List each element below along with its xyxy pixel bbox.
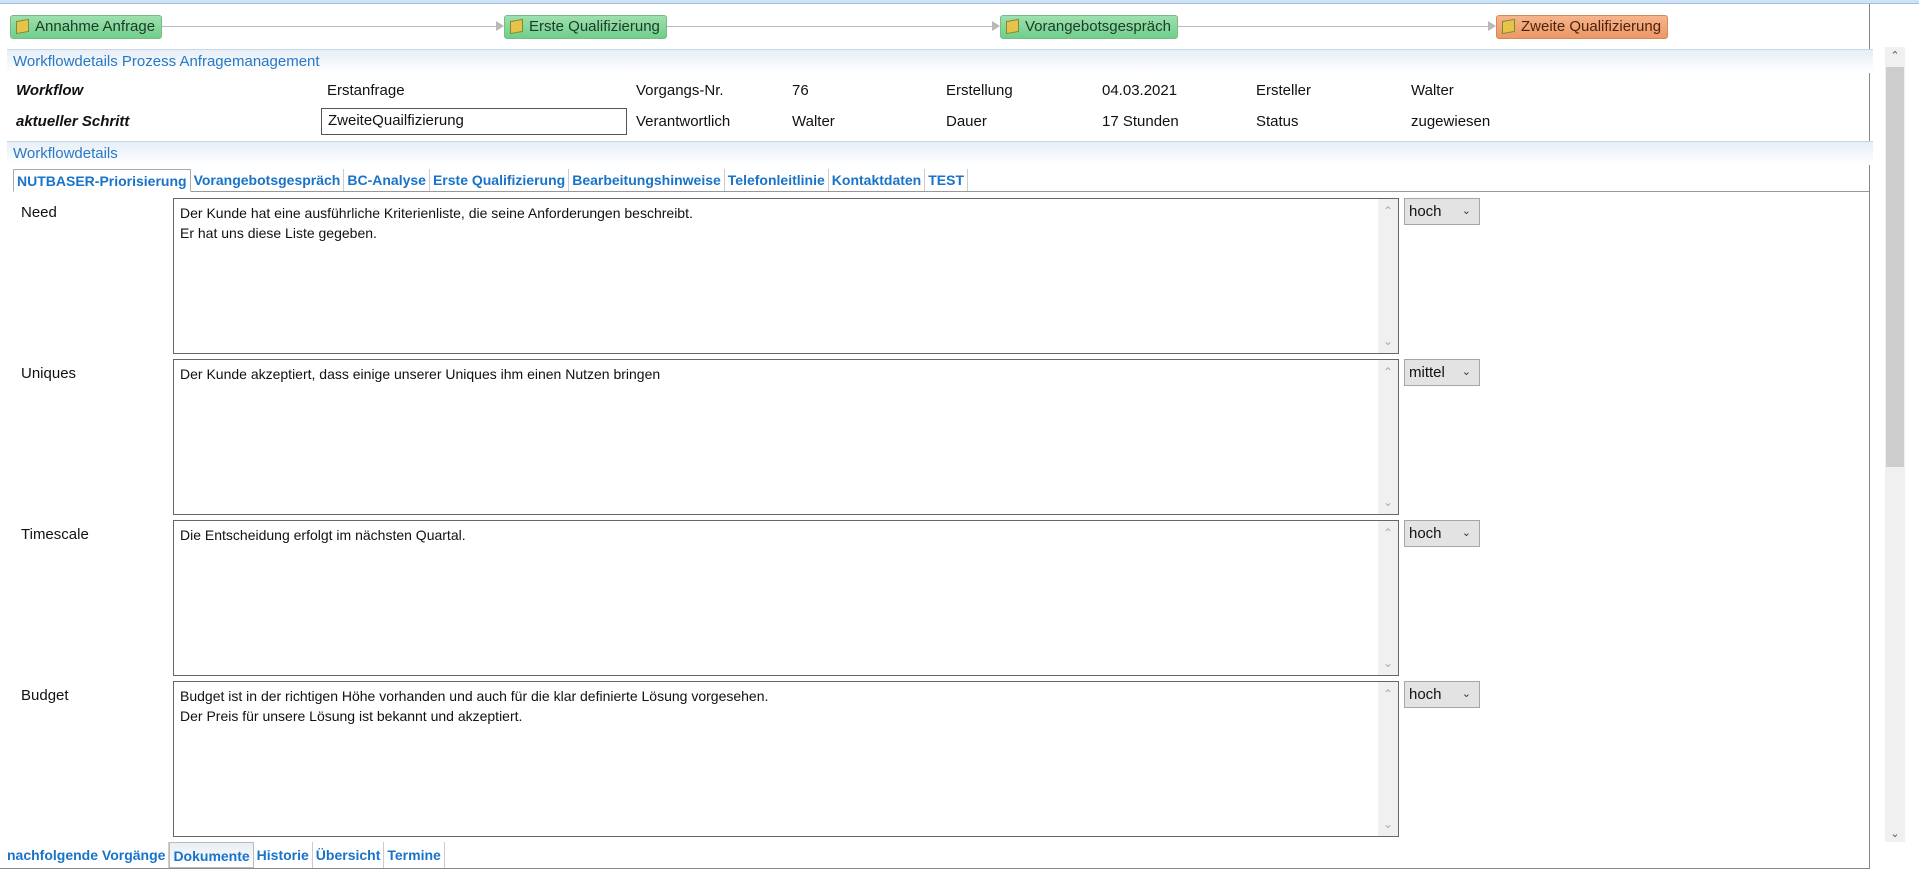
chevron-up-icon[interactable]: ⌃	[1885, 49, 1905, 62]
uniques-textarea[interactable]: Der Kunde akzeptiert, dass einige unsere…	[173, 359, 1399, 515]
scrollbar-thumb[interactable]	[1886, 67, 1904, 467]
budget-label: Budget	[21, 687, 69, 704]
budget-text: Budget ist in der richtigen Höhe vorhand…	[180, 688, 769, 724]
timescale-textarea[interactable]: Die Entscheidung erfolgt im nächsten Qua…	[173, 520, 1399, 676]
page-scrollbar[interactable]: ⌃ ⌄	[1885, 47, 1905, 842]
tab-termine[interactable]: Termine	[384, 842, 445, 868]
created-value: 04.03.2021	[1102, 82, 1178, 99]
workflow-label: Workflow	[16, 82, 84, 99]
bottom-tabbar: nachfolgende Vorgänge Dokumente Historie…	[4, 842, 445, 868]
budget-rating-select[interactable]: hoch ⌄	[1404, 681, 1480, 708]
case-no-value: 76	[792, 82, 809, 99]
section-header-details: Workflowdetails	[7, 141, 1873, 165]
chevron-up-icon[interactable]: ⌃	[1378, 201, 1398, 221]
textarea-scrollbar[interactable]: ⌃ ⌄	[1378, 199, 1398, 353]
step-annahme-anfrage[interactable]: Annahme Anfrage	[10, 15, 163, 39]
current-step-label: aktueller Schritt	[16, 113, 130, 130]
creator-label: Ersteller	[1256, 82, 1312, 99]
chevron-up-icon[interactable]: ⌃	[1378, 362, 1398, 382]
timescale-label: Timescale	[21, 526, 89, 543]
flow-connector	[1175, 26, 1489, 27]
uniques-text: Der Kunde akzeptiert, dass einige unsere…	[180, 366, 661, 382]
timescale-rating-select[interactable]: hoch ⌄	[1404, 520, 1480, 547]
tab-test[interactable]: TEST	[925, 169, 969, 191]
section-header-process: Workflowdetails Prozess Anfragemanagemen…	[7, 49, 1873, 73]
flow-arrow	[1488, 21, 1496, 31]
tab-telefonleitlinie[interactable]: Telefonleitlinie	[725, 169, 829, 191]
textarea-scrollbar[interactable]: ⌃ ⌄	[1378, 682, 1398, 836]
timescale-text: Die Entscheidung erfolgt im nächsten Qua…	[180, 527, 466, 543]
uniques-rating-select[interactable]: mittel ⌄	[1404, 359, 1480, 386]
step-label: Erste Qualifizierung	[529, 18, 660, 35]
chevron-down-icon: ⌄	[1461, 205, 1471, 217]
timescale-rating-value: hoch	[1409, 525, 1442, 542]
responsible-label: Verantwortlich	[636, 113, 731, 130]
creator-value: Walter	[1411, 82, 1454, 99]
chevron-down-icon[interactable]: ⌄	[1378, 492, 1398, 512]
step-zweite-qualifizierung[interactable]: Zweite Qualifizierung	[1496, 15, 1669, 39]
need-textarea[interactable]: Der Kunde hat eine ausführliche Kriterie…	[173, 198, 1399, 354]
budget-rating-value: hoch	[1409, 686, 1442, 703]
textarea-scrollbar[interactable]: ⌃ ⌄	[1378, 521, 1398, 675]
uniques-rating-value: mittel	[1409, 364, 1445, 381]
tab-uebersicht[interactable]: Übersicht	[313, 842, 385, 868]
status-value: zugewiesen	[1411, 113, 1491, 130]
flow-arrow	[992, 21, 1000, 31]
need-rating-value: hoch	[1409, 203, 1442, 220]
tab-vorangebotsgespraech[interactable]: Vorangebotsgespräch	[191, 169, 345, 191]
chevron-down-icon: ⌄	[1461, 688, 1471, 700]
step-label: Vorangebotsgespräch	[1025, 18, 1171, 35]
step-label: Zweite Qualifizierung	[1521, 18, 1662, 35]
current-step-input[interactable]: ZweiteQuailfizierung	[321, 108, 627, 135]
duration-label: Dauer	[946, 113, 987, 130]
chevron-down-icon[interactable]: ⌄	[1378, 653, 1398, 673]
flow-connector	[157, 26, 497, 27]
chevron-up-icon[interactable]: ⌃	[1378, 523, 1398, 543]
tab-bearbeitungshinweise[interactable]: Bearbeitungshinweise	[569, 169, 725, 191]
tab-kontaktdaten[interactable]: Kontaktdaten	[829, 169, 926, 191]
tab-nutbaser-priorisierung[interactable]: NUTBASER-Priorisierung	[13, 169, 191, 192]
tab-dokumente[interactable]: Dokumente	[169, 842, 254, 868]
textarea-scrollbar[interactable]: ⌃ ⌄	[1378, 360, 1398, 514]
details-tabbar: NUTBASER-Priorisierung Vorangebotsgesprä…	[13, 169, 1869, 192]
duration-value: 17 Stunden	[1102, 113, 1179, 130]
step-label: Annahme Anfrage	[35, 18, 156, 35]
tab-nachfolgende-vorgaenge[interactable]: nachfolgende Vorgänge	[4, 842, 170, 868]
responsible-value: Walter	[792, 113, 835, 130]
chevron-down-icon[interactable]: ⌄	[1378, 814, 1398, 834]
tab-historie[interactable]: Historie	[254, 842, 313, 868]
flag-icon	[16, 18, 29, 35]
created-label: Erstellung	[946, 82, 1013, 99]
tab-erste-qualifizierung[interactable]: Erste Qualifizierung	[430, 169, 570, 191]
chevron-down-icon[interactable]: ⌄	[1885, 827, 1905, 840]
flag-icon	[1502, 18, 1515, 35]
workflow-value: Erstanfrage	[327, 82, 405, 99]
flag-icon	[1006, 18, 1019, 35]
status-label: Status	[1256, 113, 1299, 130]
flag-icon	[510, 18, 523, 35]
tab-bc-analyse[interactable]: BC-Analyse	[344, 169, 430, 191]
uniques-label: Uniques	[21, 365, 77, 382]
need-rating-select[interactable]: hoch ⌄	[1404, 198, 1480, 225]
chevron-up-icon[interactable]: ⌃	[1378, 684, 1398, 704]
budget-textarea[interactable]: Budget ist in der richtigen Höhe vorhand…	[173, 681, 1399, 837]
flow-connector	[665, 26, 993, 27]
case-no-label: Vorgangs-Nr.	[636, 82, 724, 99]
chevron-down-icon: ⌄	[1461, 366, 1471, 378]
need-text: Der Kunde hat eine ausführliche Kriterie…	[180, 205, 693, 241]
need-label: Need	[21, 204, 57, 221]
chevron-down-icon[interactable]: ⌄	[1378, 331, 1398, 351]
chevron-down-icon: ⌄	[1461, 527, 1471, 539]
flow-arrow	[496, 21, 504, 31]
step-erste-qualifizierung[interactable]: Erste Qualifizierung	[504, 15, 667, 39]
step-vorangebotsgespraech[interactable]: Vorangebotsgespräch	[1000, 15, 1178, 39]
